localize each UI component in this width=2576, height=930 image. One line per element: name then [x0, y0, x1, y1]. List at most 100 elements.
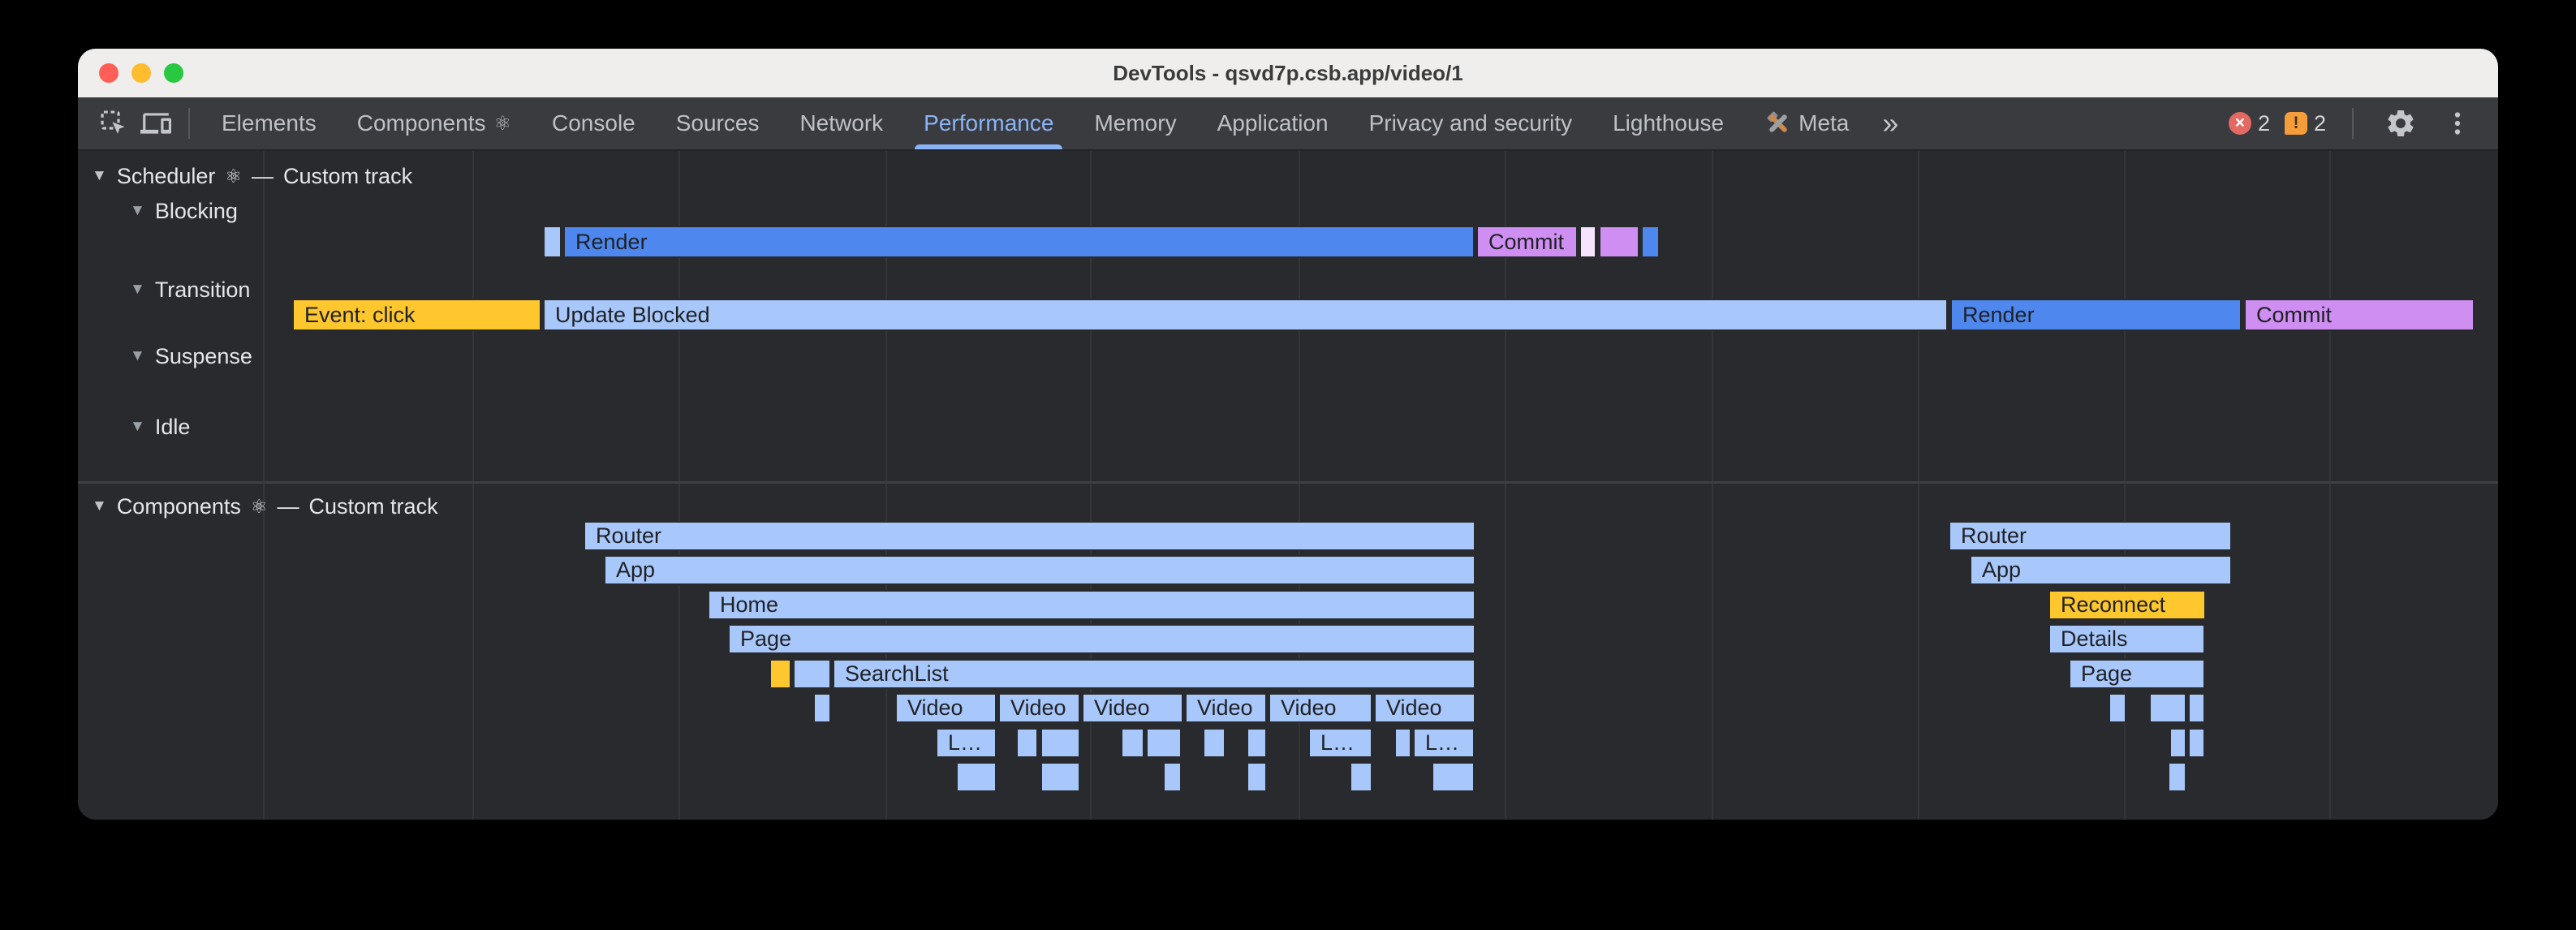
flame-bar-video[interactable]: Video	[998, 693, 1080, 723]
settings-gear-icon[interactable]	[2384, 107, 2417, 140]
flame-bar-render[interactable]: Render	[563, 226, 1475, 258]
titlebar: DevTools - qsvd7p.csb.app/video/1	[78, 49, 2498, 97]
flame-bar-label: Video	[1270, 695, 1337, 721]
error-badge[interactable]: × 2	[2229, 111, 2270, 136]
flame-bar-update-blocked[interactable]: Update Blocked	[543, 299, 1948, 331]
kebab-menu-icon[interactable]	[2441, 107, 2474, 140]
gridline	[263, 151, 265, 820]
flame-bar-segment[interactable]	[813, 693, 831, 723]
tab-meta[interactable]: Meta	[1744, 97, 1869, 149]
flame-bar-video[interactable]: Video	[1082, 693, 1183, 723]
flame-bar-segment[interactable]	[1432, 762, 1475, 792]
flame-bar-segment[interactable]	[1247, 762, 1267, 792]
flame-bar-segment[interactable]	[1394, 728, 1411, 758]
flame-bar-l[interactable]: L…	[1308, 728, 1372, 758]
maximize-button[interactable]	[164, 63, 183, 83]
flame-bar-segment[interactable]	[1641, 226, 1660, 258]
flame-bar-page[interactable]: Page	[728, 624, 1475, 654]
track-dash: —	[278, 494, 299, 519]
tab-privacy-and-security[interactable]: Privacy and security	[1349, 97, 1593, 149]
flame-bar-render[interactable]: Render	[1950, 299, 2242, 331]
flame-bar-segment[interactable]	[956, 762, 997, 792]
flame-bar-segment[interactable]	[2188, 728, 2205, 758]
more-tabs-icon[interactable]: »	[1869, 106, 1911, 140]
flame-bar-l[interactable]: L…	[936, 728, 997, 758]
flame-bar-segment[interactable]	[1350, 762, 1372, 792]
minimize-button[interactable]	[131, 63, 151, 83]
flame-bar-label: SearchList	[834, 661, 949, 687]
flame-bar-segment[interactable]	[2168, 762, 2186, 792]
flame-bar-segment[interactable]	[1203, 728, 1226, 758]
flame-bar-video[interactable]: Video	[1374, 693, 1475, 723]
group-name: Transition	[155, 278, 251, 303]
tab-network[interactable]: Network	[779, 97, 903, 149]
tab-label: Privacy and security	[1369, 110, 1573, 136]
flame-bar-segment[interactable]	[1040, 762, 1080, 792]
flame-bar-segment[interactable]	[1040, 728, 1080, 758]
warning-badge[interactable]: ! 2	[2285, 111, 2326, 136]
flame-bar-segment[interactable]	[2169, 728, 2186, 758]
atom-icon: ⚛	[225, 166, 242, 187]
flame-bar-video[interactable]: Video	[1269, 693, 1372, 723]
flame-bar-label: App	[605, 558, 655, 583]
flame-bar-segment[interactable]	[769, 659, 791, 689]
tab-console[interactable]: Console	[532, 97, 656, 149]
flame-bar-video[interactable]: Video	[895, 693, 997, 723]
tab-performance[interactable]: Performance	[903, 97, 1074, 149]
flame-bar-searchlist[interactable]: SearchList	[833, 659, 1475, 689]
flame-bar-segment[interactable]	[2109, 693, 2126, 723]
tab-lighthouse[interactable]: Lighthouse	[1592, 97, 1744, 149]
flame-bar-page[interactable]: Page	[2069, 659, 2205, 689]
gridline	[472, 151, 474, 820]
flame-bar-segment[interactable]	[1579, 226, 1596, 258]
track-header-scheduler[interactable]: ▼Scheduler⚛—Custom track	[92, 162, 412, 190]
flame-bar-video[interactable]: Video	[1185, 693, 1267, 723]
device-toolbar-icon[interactable]	[140, 107, 172, 140]
flame-bar-home[interactable]: Home	[708, 590, 1475, 620]
flame-bar-label: Video	[897, 695, 963, 721]
flame-bar-segment[interactable]	[543, 226, 562, 258]
tab-elements[interactable]: Elements	[201, 97, 337, 149]
track-group-blocking[interactable]: ▼Blocking	[130, 197, 238, 225]
flame-bar-segment[interactable]	[1121, 728, 1144, 758]
flame-bar-label: Router	[1950, 523, 2027, 549]
inspect-element-icon[interactable]	[97, 107, 130, 140]
track-group-idle[interactable]: ▼Idle	[130, 413, 190, 441]
flame-bar-segment[interactable]	[2188, 693, 2205, 723]
tab-sources[interactable]: Sources	[656, 97, 780, 149]
flame-bar-segment[interactable]	[793, 659, 831, 689]
flame-bar-details[interactable]: Details	[2048, 624, 2205, 654]
flame-bar-commit[interactable]: Commit	[2244, 299, 2475, 331]
flame-bar-segment[interactable]	[1016, 728, 1038, 758]
flame-bar-router[interactable]: Router	[1949, 521, 2232, 551]
tab-label: Console	[552, 110, 635, 136]
track-header-components[interactable]: ▼Components⚛—Custom track	[92, 493, 438, 520]
tab-label: Elements	[222, 110, 317, 136]
flame-bar-app[interactable]: App	[604, 555, 1475, 585]
flame-bar-router[interactable]: Router	[584, 521, 1475, 551]
close-button[interactable]	[99, 63, 118, 83]
flame-bar-reconnect[interactable]: Reconnect	[2048, 590, 2206, 620]
track-suffix: Custom track	[309, 494, 438, 519]
flame-bar-app[interactable]: App	[1970, 555, 2232, 585]
track-group-suspense[interactable]: ▼Suspense	[130, 342, 252, 370]
tab-application[interactable]: Application	[1197, 97, 1349, 149]
flame-bar-segment[interactable]	[1247, 728, 1267, 758]
hammer-wrench-icon	[1764, 110, 1790, 136]
flame-bar-segment[interactable]	[2149, 693, 2186, 723]
tab-label: Performance	[924, 110, 1053, 136]
tab-components[interactable]: Components⚛	[337, 97, 532, 149]
flame-bar-label: Page	[730, 626, 791, 652]
tab-memory[interactable]: Memory	[1074, 97, 1196, 149]
flame-bar-segment[interactable]	[1146, 728, 1182, 758]
flame-bar-l[interactable]: L…	[1413, 728, 1475, 758]
flame-bar-label: Video	[1000, 695, 1066, 721]
tab-label: Lighthouse	[1613, 110, 1724, 136]
track-dash: —	[252, 164, 274, 189]
flame-bar-segment[interactable]	[1599, 226, 1639, 258]
flame-bar-segment[interactable]	[1163, 762, 1182, 792]
warning-icon: !	[2285, 112, 2307, 135]
track-group-transition[interactable]: ▼Transition	[130, 276, 250, 304]
flame-bar-event-click[interactable]: Event: click	[292, 299, 541, 331]
flame-bar-commit[interactable]: Commit	[1476, 226, 1578, 258]
